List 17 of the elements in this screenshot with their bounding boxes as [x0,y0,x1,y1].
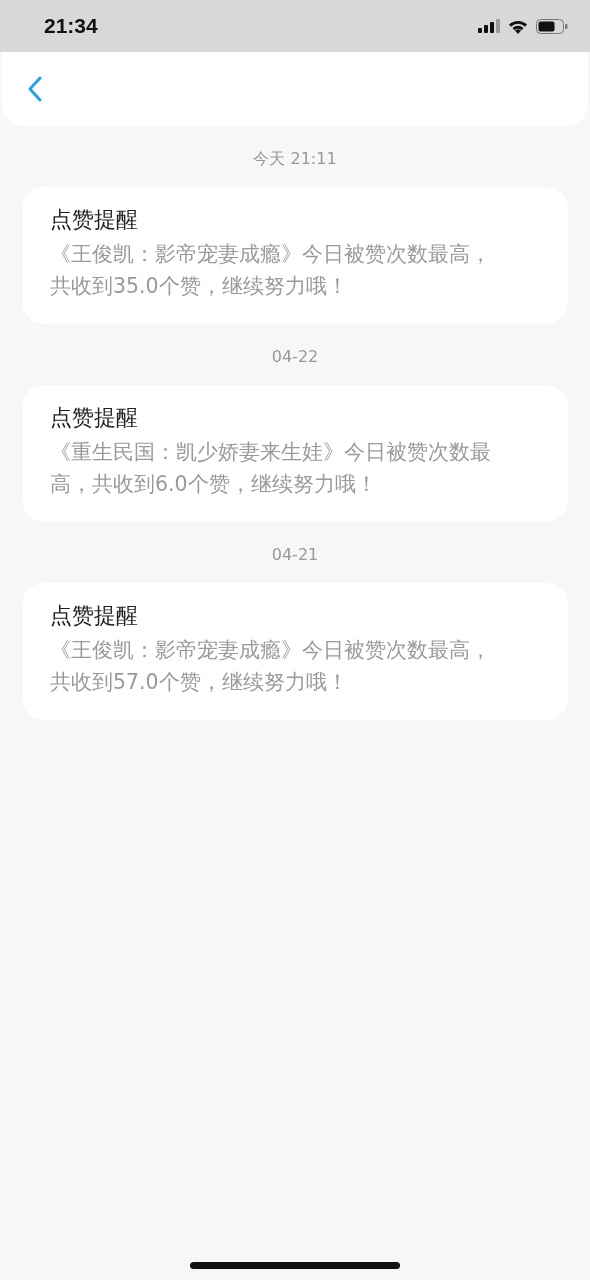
notice-card[interactable]: 点赞提醒 《重生民国：凯少娇妻来生娃》今日被赞次数最高，共收到6.0个赞，继续努力哦！ [22,385,568,522]
signal-icon [478,19,500,33]
clock-time: 21:34 [44,14,98,38]
notice-title: 点赞提醒 [50,206,139,234]
date-label: 今天 21:11 [253,148,337,170]
wifi-icon [508,18,528,34]
date-label: 04-22 [271,346,319,368]
notice-text: 《王俊凯：影帝宠妻成瘾》今日被赞次数最高，共收到57.0个赞，继续努力哦！ [50,637,492,696]
notice-card[interactable]: 点赞提醒 《王俊凯：影帝宠妻成瘾》今日被赞次数最高，共收到35.0个赞，继续努力哦！ [22,187,568,324]
date-label: 04-21 [271,544,319,566]
notice-text: 《王俊凯：影帝宠妻成瘾》今日被赞次数最高，共收到35.0个赞，继续努力哦！ [50,241,492,300]
battery-icon [536,18,568,34]
notice-title: 点赞提醒 [50,404,139,432]
back-icon [28,76,42,102]
notice-title: 点赞提醒 [50,602,139,630]
notice-card[interactable]: 点赞提醒 《王俊凯：影帝宠妻成瘾》今日被赞次数最高，共收到57.0个赞，继续努力哦！ [22,583,568,720]
notice-text: 《重生民国：凯少娇妻来生娃》今日被赞次数最高，共收到6.0个赞，继续努力哦！ [50,439,492,498]
